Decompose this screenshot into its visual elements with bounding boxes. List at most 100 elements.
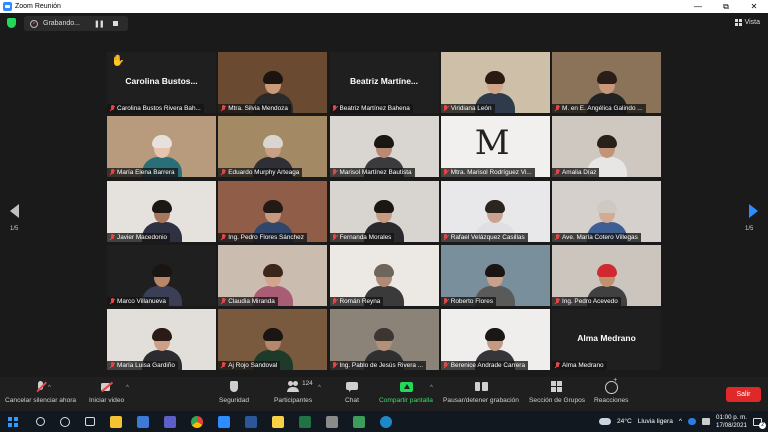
sticky-notes-icon[interactable]	[272, 415, 284, 428]
stop-recording-button[interactable]	[112, 21, 118, 26]
tray-chevron-icon[interactable]: ^	[679, 418, 682, 425]
participant-hair	[485, 199, 506, 213]
participant-name-label: Ing. Pedro Flores Sánchez	[218, 232, 307, 242]
zoom-taskbar-icon[interactable]	[218, 415, 230, 428]
weather-temperature[interactable]: 24°C	[617, 418, 632, 425]
participants-options-caret-icon[interactable]: ^	[318, 385, 321, 391]
network-icon[interactable]	[702, 418, 711, 425]
notification-center-icon[interactable]: 2	[753, 417, 766, 429]
participant-video-tile[interactable]: M. en E. Angélica Galindo ...	[552, 52, 661, 113]
next-page-arrow-icon[interactable]	[748, 204, 758, 218]
participant-hair	[151, 199, 172, 213]
participant-hair	[374, 328, 394, 341]
teams-icon[interactable]	[164, 415, 176, 428]
participant-video-tile[interactable]: Aj Rojo Sandoval	[218, 309, 328, 370]
recording-icon	[30, 19, 38, 28]
breakout-rooms-button[interactable]: Sección de Grupos	[529, 381, 585, 404]
share-options-caret-icon[interactable]: ^	[430, 385, 433, 391]
windows-start-icon[interactable]	[8, 416, 18, 427]
view-button[interactable]: Vista	[734, 19, 760, 26]
participant-video-tile[interactable]: Ing. Pablo de Jesús Rivera ...	[329, 309, 439, 370]
participant-hair	[596, 199, 617, 213]
chrome-icon[interactable]	[191, 415, 203, 428]
video-options-caret-icon[interactable]: ^	[126, 385, 129, 391]
participant-hair	[485, 328, 506, 341]
participant-video-tile[interactable]: Viridiana León	[440, 52, 550, 113]
reactions-button[interactable]: Reacciones	[594, 377, 628, 404]
participants-label: Participantes	[274, 397, 313, 404]
photos-icon[interactable]	[326, 415, 338, 428]
previous-page-arrow-icon[interactable]	[10, 204, 20, 218]
search-icon[interactable]	[36, 417, 45, 426]
participant-name: Eduardo Murphy Arteaga	[228, 169, 300, 177]
participant-video-tile[interactable]: Ing. Pedro Acevedo	[552, 244, 661, 306]
leave-meeting-button[interactable]: Salir	[726, 387, 761, 402]
audio-options-caret-icon[interactable]: ^	[48, 385, 51, 391]
participant-name-label: Roberto Flores	[440, 296, 497, 306]
participant-name: M. en E. Angélica Galindo ...	[562, 105, 643, 112]
participant-name-label: María Elena Barrera	[107, 168, 178, 178]
start-video-button[interactable]: Iniciar video	[89, 381, 124, 404]
excel-icon[interactable]	[299, 415, 311, 428]
participant-video-tile[interactable]: Román Reyna	[329, 244, 439, 306]
encryption-shield-icon[interactable]	[7, 18, 16, 28]
onedrive-icon[interactable]	[688, 418, 697, 425]
chat-button[interactable]: Chat	[345, 381, 359, 404]
maximize-button[interactable]: ⧉	[712, 0, 740, 13]
weather-cloud-icon[interactable]	[599, 418, 611, 425]
participant-name-label: Marco Villanueva	[107, 296, 169, 306]
participant-name: Mtra. Silvia Mendoza	[228, 105, 288, 112]
participant-video-tile[interactable]: Javier Macedonio	[107, 180, 216, 242]
participant-name-label: Carolina Bustos Rivera Bah...	[107, 104, 204, 113]
participant-video-tile[interactable]: Rafael Velázquez Casillas	[440, 180, 550, 242]
participant-video-tile[interactable]: María Luisa Gardiño	[107, 309, 216, 370]
participant-video-tile[interactable]: Ing. Pedro Flores Sánchez	[218, 180, 328, 242]
participant-display-name: Alma Medrano	[577, 333, 636, 343]
task-view-icon[interactable]	[85, 417, 95, 426]
participant-video-tile[interactable]: Marisol Martínez Bautista	[329, 116, 439, 178]
pause-recording-button[interactable]: ❚❚	[94, 20, 105, 28]
participant-video-tile[interactable]: Eduardo Murphy Arteaga	[218, 116, 328, 178]
participant-video-tile[interactable]: Alma Medrano Alma Medrano	[552, 309, 661, 370]
participant-video-tile[interactable]: Mtra. Silvia Mendoza	[218, 52, 328, 113]
file-explorer-icon[interactable]	[110, 415, 122, 428]
participant-name-label: Marisol Martínez Bautista	[329, 168, 415, 178]
participants-button[interactable]: 124 Participantes	[274, 380, 313, 404]
participant-video-tile[interactable]: Marco Villanueva	[107, 244, 216, 306]
unmute-button[interactable]: Cancelar silenciar ahora	[5, 381, 76, 404]
share-screen-button[interactable]: Compartir pantalla	[379, 381, 433, 404]
cortana-icon[interactable]	[60, 416, 70, 427]
participant-hair	[262, 328, 283, 341]
weather-description[interactable]: Lluvia ligera	[638, 418, 673, 425]
participant-name: Javier Macedonio	[117, 233, 168, 241]
participant-name: Aj Rojo Sandoval	[228, 362, 278, 369]
share-screen-icon	[399, 381, 413, 393]
participant-video-tile[interactable]: Fernanda Morales	[329, 180, 439, 242]
participant-name: Ing. Pablo de Jesús Rivera ...	[339, 362, 423, 369]
participant-name-label: Alma Medrano	[552, 361, 607, 370]
xbox-icon[interactable]	[353, 415, 365, 428]
edge-icon[interactable]	[380, 415, 392, 428]
participant-video-tile[interactable]: Berenice Andrade Carrera	[440, 309, 550, 370]
minimize-button[interactable]: —	[684, 0, 712, 13]
close-window-button[interactable]: ✕	[740, 0, 768, 13]
participant-hair	[262, 199, 283, 213]
muted-mic-icon	[109, 105, 115, 112]
word-icon[interactable]	[245, 415, 257, 428]
participant-video-tile[interactable]: Claudia Miranda	[218, 244, 328, 306]
participant-video-tile[interactable]: Roberto Flores	[440, 244, 550, 306]
participant-video-tile[interactable]: Carolina Bustos... ✋ Carolina Bustos River…	[107, 52, 216, 113]
participant-video-tile[interactable]: Amalia Díaz	[552, 116, 661, 178]
muted-mic-icon	[554, 362, 560, 369]
participant-name-label: Ing. Pablo de Jesús Rivera ...	[329, 361, 426, 370]
pause-stop-recording-button[interactable]: Pausar/detener grabación	[443, 381, 519, 404]
security-button[interactable]: Seguridad	[219, 381, 249, 404]
participant-video-tile[interactable]: Ave. María Cotero Villegas	[552, 180, 661, 242]
participant-video-tile[interactable]: María Elena Barrera	[107, 116, 216, 178]
microsoft-store-icon[interactable]	[137, 415, 149, 428]
participant-video-tile[interactable]: M Mtra. Marisol Rodríguez Vi...	[440, 116, 550, 178]
taskbar-clock[interactable]: 01:00 p. m. 17/08/2021	[716, 414, 747, 430]
participant-name-label: Ing. Pedro Acevedo	[552, 296, 621, 306]
participant-name: Claudia Miranda	[228, 297, 275, 305]
participant-video-tile[interactable]: Beatriz Martíne... Beatriz Martínez Bahen…	[329, 52, 439, 113]
